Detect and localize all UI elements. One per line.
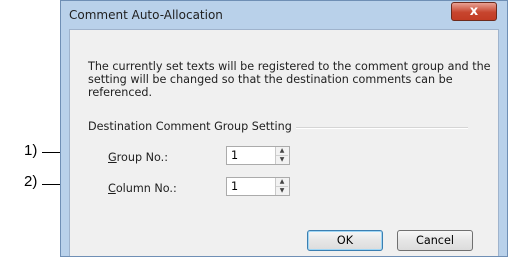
- close-icon: x: [469, 4, 479, 19]
- column-no-up-icon[interactable]: ▲: [276, 178, 288, 187]
- group-no-label: Group No.:: [108, 151, 168, 164]
- column-no-spin-buttons: ▲ ▼: [275, 178, 289, 195]
- dialog-client-area: The currently set texts will be register…: [69, 29, 499, 256]
- group-no-label-text: roup No.:: [116, 151, 168, 164]
- dialog-title: Comment Auto-Allocation: [69, 8, 223, 22]
- callout-1: 1): [24, 142, 38, 159]
- dialog-window: Comment Auto-Allocation x The currently …: [60, 0, 508, 257]
- ok-button[interactable]: OK: [307, 230, 383, 251]
- cancel-button[interactable]: Cancel: [397, 230, 473, 251]
- callout-2: 2): [24, 173, 38, 190]
- group-title: Destination Comment Group Setting: [88, 120, 296, 133]
- group-no-spinner[interactable]: 1 ▲ ▼: [226, 146, 290, 165]
- group-no-mnemonic: G: [108, 151, 117, 164]
- column-no-input[interactable]: 1: [231, 180, 238, 193]
- group-divider: [284, 127, 468, 129]
- column-no-spinner[interactable]: 1 ▲ ▼: [226, 177, 290, 196]
- column-no-down-icon[interactable]: ▼: [276, 187, 288, 195]
- close-button[interactable]: x: [451, 2, 497, 21]
- group-no-input[interactable]: 1: [231, 149, 238, 162]
- title-bar[interactable]: Comment Auto-Allocation x: [61, 1, 507, 29]
- group-no-up-icon[interactable]: ▲: [276, 147, 288, 156]
- column-no-mnemonic: C: [108, 182, 116, 195]
- column-no-label-text: olumn No.:: [115, 182, 177, 195]
- column-no-label: Column No.:: [108, 182, 177, 195]
- group-no-spin-buttons: ▲ ▼: [275, 147, 289, 164]
- group-no-down-icon[interactable]: ▼: [276, 156, 288, 164]
- description-text: The currently set texts will be register…: [88, 60, 491, 99]
